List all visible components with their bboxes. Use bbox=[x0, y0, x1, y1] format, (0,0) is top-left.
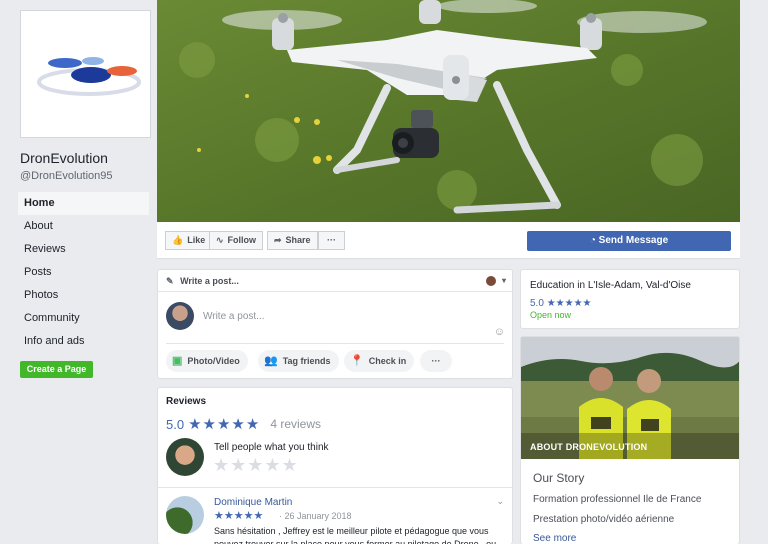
reviewer-name[interactable]: Dominique Martin bbox=[214, 497, 292, 508]
about-photo-label: ABOUT DRONEVOLUTION bbox=[530, 442, 648, 452]
photo-video-label: Photo/Video bbox=[187, 356, 240, 366]
location-pin-icon: 📍 bbox=[350, 355, 364, 367]
tag-friends-label: Tag friends bbox=[282, 356, 331, 366]
reviewer-avatar[interactable] bbox=[166, 496, 204, 534]
post-composer: ✎ Write a post... ▾ Write a post... ☺ ▣ … bbox=[157, 269, 513, 379]
follow-button[interactable]: ∿ Follow bbox=[209, 231, 264, 250]
chevron-down-icon[interactable]: ▾ bbox=[502, 270, 506, 292]
create-page-button[interactable]: Create a Page bbox=[20, 361, 93, 378]
page-title: DronEvolution bbox=[20, 150, 108, 166]
rating-value: 5.0 bbox=[530, 298, 544, 309]
more-options-button[interactable]: ··· bbox=[318, 231, 345, 250]
reviews-divider bbox=[158, 487, 512, 488]
instructors-image bbox=[521, 337, 739, 459]
page-username[interactable]: @DronEvolution95 bbox=[20, 170, 113, 182]
photo-video-button[interactable]: ▣ Photo/Video bbox=[166, 350, 248, 372]
nav-item-about[interactable]: About bbox=[18, 215, 149, 238]
composer-header[interactable]: ✎ Write a post... ▾ bbox=[158, 270, 512, 292]
about-photo[interactable]: ABOUT DRONEVOLUTION bbox=[521, 337, 739, 459]
drone-cover-image bbox=[157, 0, 740, 222]
messenger-icon: ◔ bbox=[589, 235, 596, 246]
check-in-button[interactable]: 📍 Check in bbox=[344, 350, 415, 372]
rating-stars: ★★★★★ bbox=[546, 298, 592, 309]
nav-item-info-and-ads[interactable]: Info and ads bbox=[18, 330, 149, 353]
user-avatar bbox=[166, 438, 204, 476]
page-info-card: Education in L'Isle-Adam, Val-d'Oise 5.0… bbox=[520, 269, 740, 329]
review-text: Sans hésitation , Jeffrey est le meilleu… bbox=[214, 526, 497, 544]
reviews-title[interactable]: Reviews bbox=[166, 396, 206, 407]
review-stars: ★★★★★ bbox=[214, 510, 264, 522]
reviews-score: 5.0 ★★★★★ 4 reviews bbox=[166, 415, 321, 433]
see-more-link[interactable]: See more bbox=[533, 533, 576, 544]
check-in-label: Check in bbox=[368, 356, 407, 366]
nav-item-community[interactable]: Community bbox=[18, 307, 149, 330]
composer-more-button[interactable]: ··· bbox=[420, 350, 452, 372]
nav-item-posts[interactable]: Posts bbox=[18, 261, 149, 284]
review-date[interactable]: · 26 January 2018 bbox=[279, 511, 352, 521]
user-avatar bbox=[166, 302, 194, 330]
left-navigation: Home About Reviews Posts Photos Communit… bbox=[18, 192, 149, 353]
like-label: Like bbox=[187, 235, 206, 245]
send-message-button[interactable]: ◔ Send Message bbox=[527, 231, 731, 251]
tag-friends-button[interactable]: 👥 Tag friends bbox=[258, 350, 339, 372]
story-line: Prestation photo/vidéo aérienne bbox=[533, 514, 675, 525]
tag-people-icon: 👥 bbox=[264, 355, 278, 367]
rss-icon: ∿ bbox=[216, 235, 224, 245]
score-stars: ★★★★★ bbox=[188, 416, 261, 433]
score-value: 5.0 bbox=[166, 416, 185, 432]
page-profile-picture[interactable] bbox=[20, 10, 151, 138]
reviews-card: Reviews 5.0 ★★★★★ 4 reviews Tell people … bbox=[157, 387, 513, 544]
composer-divider bbox=[166, 343, 504, 344]
open-status: Open now bbox=[530, 310, 572, 320]
our-story-title[interactable]: Our Story bbox=[533, 471, 584, 485]
dronevolution-logo bbox=[37, 57, 141, 96]
follow-label: Follow bbox=[227, 235, 257, 245]
post-as-avatar[interactable] bbox=[486, 276, 496, 286]
page-rating[interactable]: 5.0 ★★★★★ bbox=[530, 298, 592, 309]
chevron-down-icon[interactable]: ⌄ bbox=[496, 496, 504, 507]
rating-stars-input[interactable]: ★★★★★ bbox=[213, 455, 299, 476]
emoji-icon[interactable]: ☺ bbox=[494, 326, 505, 338]
nav-item-photos[interactable]: Photos bbox=[18, 284, 149, 307]
cover-photo[interactable] bbox=[157, 0, 740, 222]
photo-icon: ▣ bbox=[172, 355, 183, 367]
reviews-count[interactable]: 4 reviews bbox=[270, 417, 321, 431]
share-arrow-icon: ➦ bbox=[274, 235, 282, 245]
pencil-icon: ✎ bbox=[166, 276, 174, 286]
post-input[interactable]: Write a post... bbox=[203, 311, 265, 322]
review-prompt: Tell people what you think bbox=[214, 442, 329, 453]
about-card: ABOUT DRONEVOLUTION Our Story Formation … bbox=[520, 336, 740, 544]
page-action-bar: 👍 Like ∿ Follow ➦ Share ··· ◔ Send Messa… bbox=[157, 222, 740, 259]
nav-item-reviews[interactable]: Reviews bbox=[18, 238, 149, 261]
story-line: Formation professionnel Ile de France bbox=[533, 494, 702, 505]
composer-header-label: Write a post... bbox=[180, 276, 239, 286]
send-message-label: Send Message bbox=[598, 235, 669, 246]
thumbs-up-icon: 👍 bbox=[172, 235, 184, 245]
more-dots-icon: ··· bbox=[327, 235, 336, 245]
page-category[interactable]: Education in L'Isle-Adam, Val-d'Oise bbox=[530, 280, 691, 291]
more-dots-icon: ··· bbox=[431, 356, 441, 366]
share-label: Share bbox=[285, 235, 311, 245]
like-button[interactable]: 👍 Like bbox=[165, 231, 213, 250]
share-button[interactable]: ➦ Share bbox=[267, 231, 318, 250]
nav-item-home[interactable]: Home bbox=[18, 192, 149, 215]
